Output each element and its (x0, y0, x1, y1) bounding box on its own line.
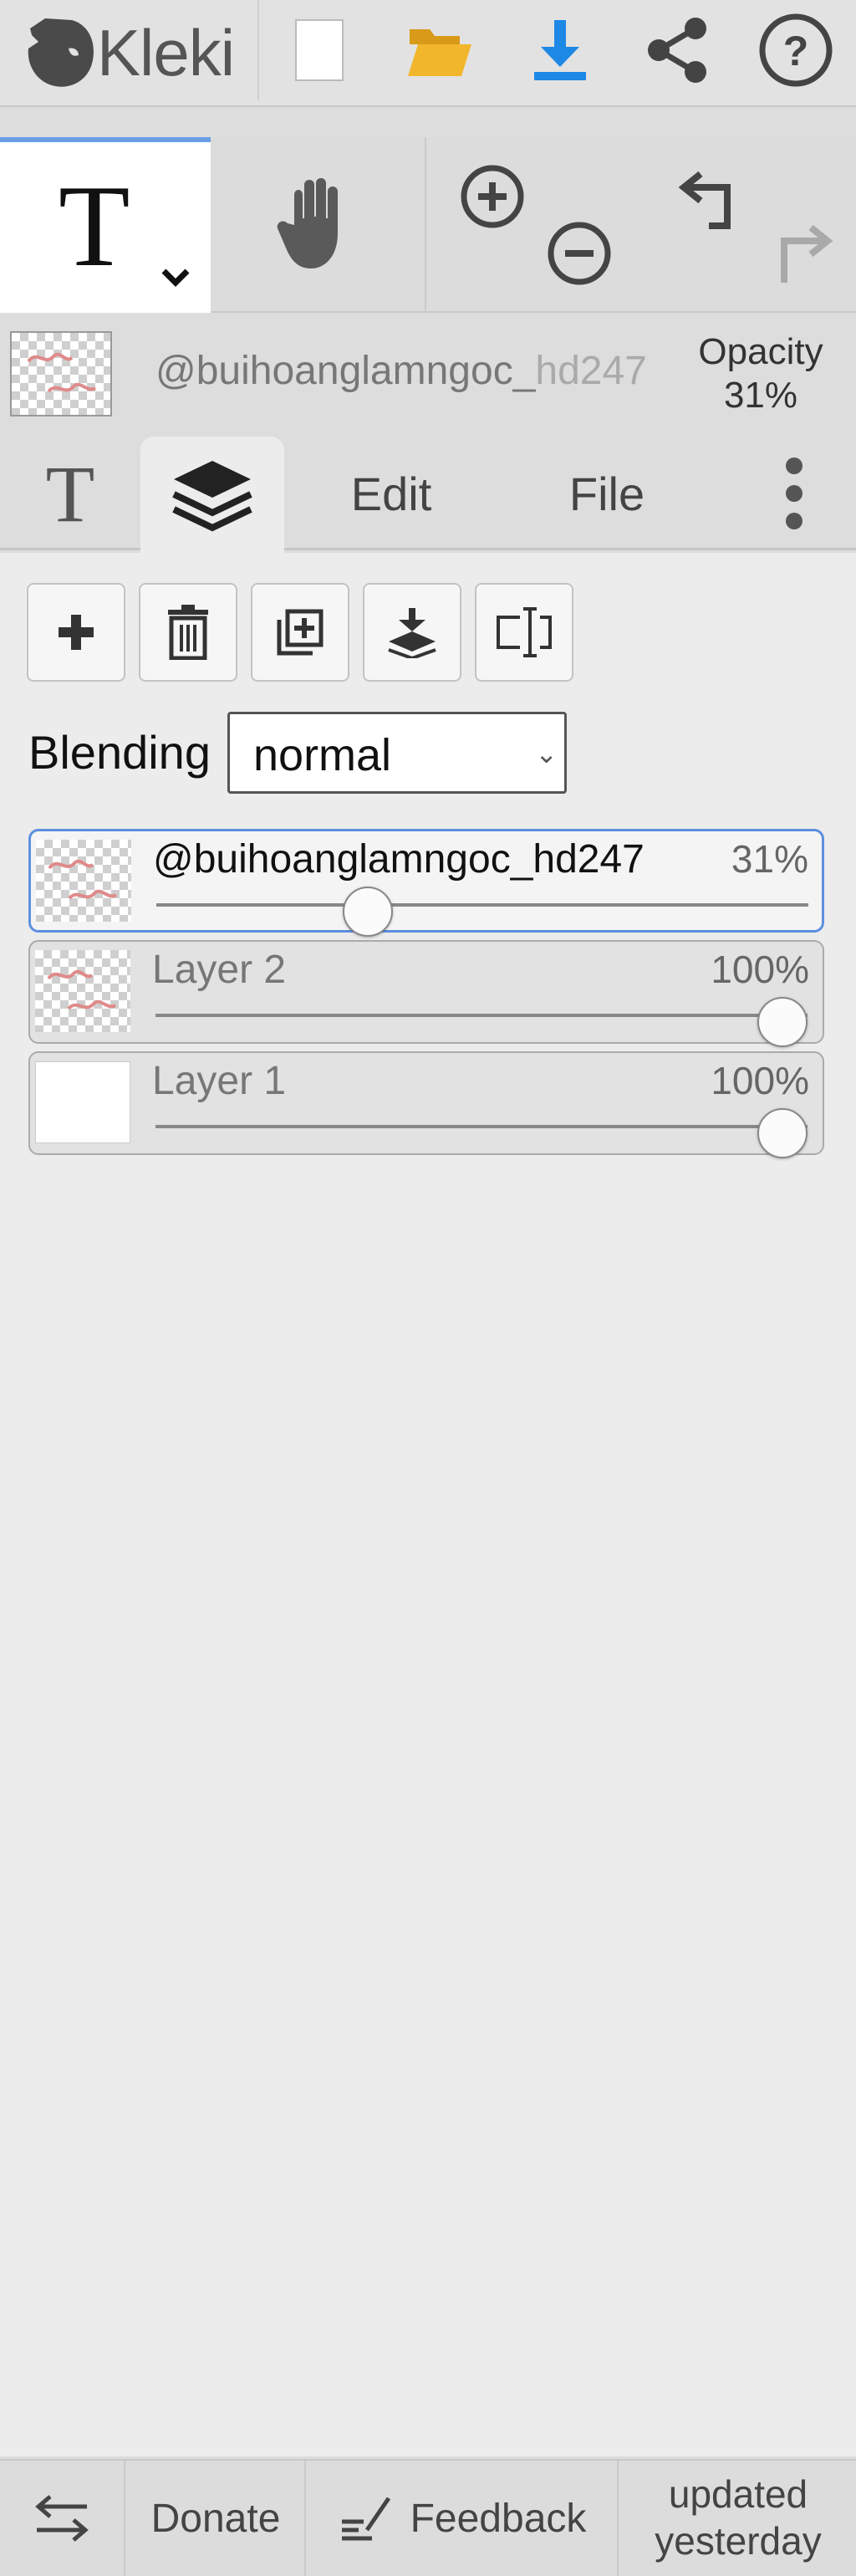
help-icon: ? (759, 13, 833, 87)
updated-line-1: updated (668, 2472, 808, 2516)
share-icon (648, 18, 706, 83)
feedback-label: Feedback (410, 2496, 587, 2541)
kleki-mascot-icon (28, 18, 94, 87)
duplicate-layer-icon (277, 609, 324, 656)
layer-name: @buihoanglamngoc_hd247 (153, 837, 645, 882)
layer-thumbnail-art (47, 969, 117, 1010)
undo-icon[interactable] (675, 167, 751, 234)
blending-label: Blending (28, 726, 211, 779)
new-image-button[interactable] (269, 0, 369, 100)
tab-text-tool[interactable]: T (0, 437, 140, 550)
tab-file[interactable]: File (532, 437, 682, 550)
open-folder-icon (408, 29, 471, 76)
layer-thumbnail (36, 840, 131, 922)
layer-opacity: 100% (711, 948, 809, 991)
layer-opacity: 100% (711, 1059, 809, 1102)
rename-layer-icon (497, 607, 552, 657)
layer-thumbnail-art (27, 352, 97, 393)
add-layer-icon (59, 615, 94, 650)
feedback-icon (341, 2497, 390, 2541)
svg-text:?: ? (783, 28, 809, 74)
opacity-value: 31% (723, 375, 798, 416)
help-button[interactable]: ? (746, 0, 846, 100)
tab-layers[interactable] (140, 437, 284, 553)
layers-panel: Blending normal ⌄ @buihoanglamngoc_hd247… (0, 553, 856, 2456)
layer-name: Layer 1 (152, 1059, 287, 1103)
chevron-down-icon[interactable] (159, 266, 192, 289)
current-layer-thumbnail (10, 331, 112, 417)
logo-text: Kleki (97, 16, 235, 89)
current-layer-name: @buihoanglamngoc_hd247 (155, 348, 647, 394)
more-vertical-icon (786, 457, 802, 529)
layer-thumbnail-art (48, 859, 118, 900)
delete-layer-button[interactable] (139, 583, 237, 682)
tab-edit[interactable]: Edit (316, 437, 466, 550)
delete-layer-icon (168, 605, 208, 660)
opacity-slider-knob[interactable] (757, 997, 808, 1047)
swap-icon (35, 2495, 89, 2542)
blending-value: normal (253, 730, 392, 780)
kleki-logo[interactable]: Kleki (0, 0, 259, 100)
text-tool-icon: T (45, 448, 95, 539)
hand-tool-button[interactable] (211, 137, 426, 313)
opacity-slider-track[interactable] (156, 903, 808, 907)
layer-row[interactable]: @buihoanglamngoc_hd247 31% (28, 829, 824, 937)
swap-side-button[interactable] (0, 2461, 125, 2576)
tool-row: T (0, 137, 856, 313)
merge-down-button[interactable] (363, 583, 461, 682)
opacity-slider-track[interactable] (155, 1014, 808, 1017)
zoom-in-icon[interactable] (458, 162, 527, 231)
layer-name: Layer 2 (152, 948, 287, 992)
history-controls (662, 137, 856, 313)
opacity-slider-knob[interactable] (757, 1108, 808, 1158)
updated-status[interactable]: updated yesterday (620, 2461, 856, 2576)
text-tool-glyph: T (59, 161, 130, 291)
updated-line-2: yesterday (655, 2519, 822, 2563)
layer-row[interactable]: Layer 1 100% (28, 1051, 824, 1158)
hand-icon (277, 178, 338, 268)
top-bar: Kleki ? (0, 0, 856, 107)
duplicate-layer-button[interactable] (251, 583, 349, 682)
download-icon (534, 20, 586, 80)
panel-tabs: T Edit File (0, 437, 856, 553)
blending-select[interactable]: normal ⌄ (227, 712, 567, 794)
opacity-slider-knob[interactable] (343, 887, 394, 937)
download-button[interactable] (510, 0, 610, 100)
zoom-controls (428, 137, 662, 313)
opacity-label: Opacity (698, 331, 823, 372)
new-image-icon (295, 19, 344, 81)
layer-opacity: 31% (731, 837, 808, 881)
layer-row[interactable]: Layer 2 100% (28, 940, 824, 1047)
rename-layer-button[interactable] (475, 583, 573, 682)
opacity-slider-track[interactable] (155, 1125, 808, 1128)
zoom-out-icon[interactable] (545, 219, 614, 288)
current-layer-info: @buihoanglamngoc_hd247 Opacity 31% (0, 318, 856, 432)
current-layer-name-faded: hd247 (535, 349, 647, 393)
layer-thumbnail (35, 1061, 130, 1143)
current-layer-name-main: @buihoanglamngoc_ (155, 349, 536, 393)
layer-thumbnail (35, 950, 130, 1032)
add-layer-button[interactable] (27, 583, 125, 682)
layers-icon (172, 460, 252, 531)
share-button[interactable] (627, 0, 727, 100)
redo-icon[interactable] (761, 221, 836, 288)
merge-down-icon (388, 608, 436, 658)
open-button[interactable] (390, 0, 490, 100)
feedback-button[interactable]: Feedback (308, 2461, 619, 2576)
donate-button[interactable]: Donate (127, 2461, 306, 2576)
footer-bar: Donate Feedback updated yesterday (0, 2459, 856, 2576)
text-tool-button[interactable]: T (0, 137, 211, 313)
tab-more[interactable] (752, 437, 836, 550)
chevron-down-icon: ⌄ (535, 739, 558, 769)
